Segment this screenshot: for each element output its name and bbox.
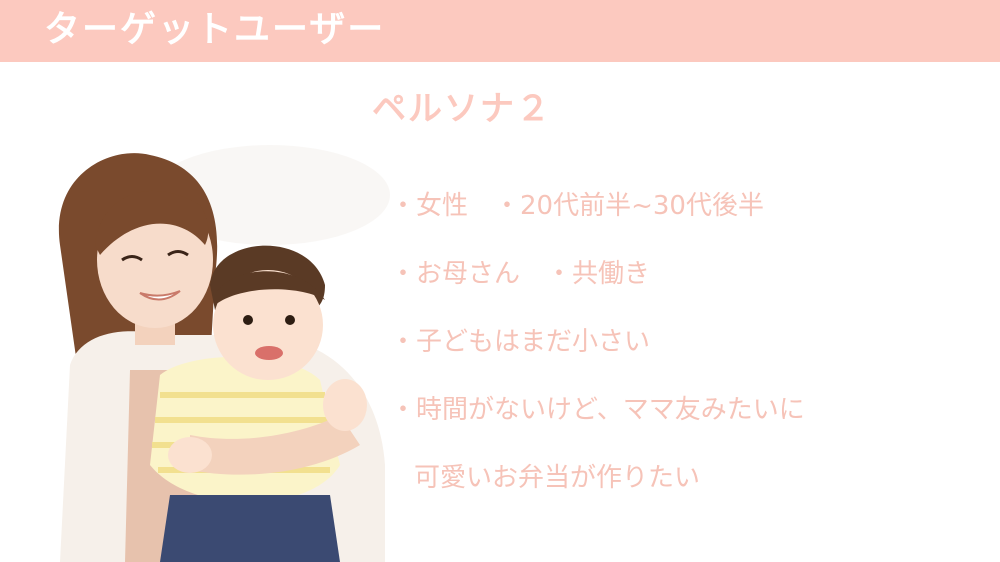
list-item: ・子どもはまだ小さい	[390, 327, 651, 357]
mother-holding-baby-photo	[58, 145, 390, 562]
persona-title: ペルソナ２	[372, 89, 552, 129]
persona-attributes-list: ・女性 ・20代前半~30代後半 ・お母さん ・共働き ・子どもはまだ小さい ・…	[390, 172, 990, 512]
slide-title: ターゲットユーザー	[44, 9, 386, 50]
list-item: ・女性 ・20代前半~30代後半	[390, 191, 764, 221]
list-item: 可愛いお弁当が作りたい	[414, 463, 701, 493]
list-item: ・お母さん ・共働き	[390, 259, 651, 289]
list-item: ・時間がないけど、ママ友みたいに	[390, 395, 805, 425]
